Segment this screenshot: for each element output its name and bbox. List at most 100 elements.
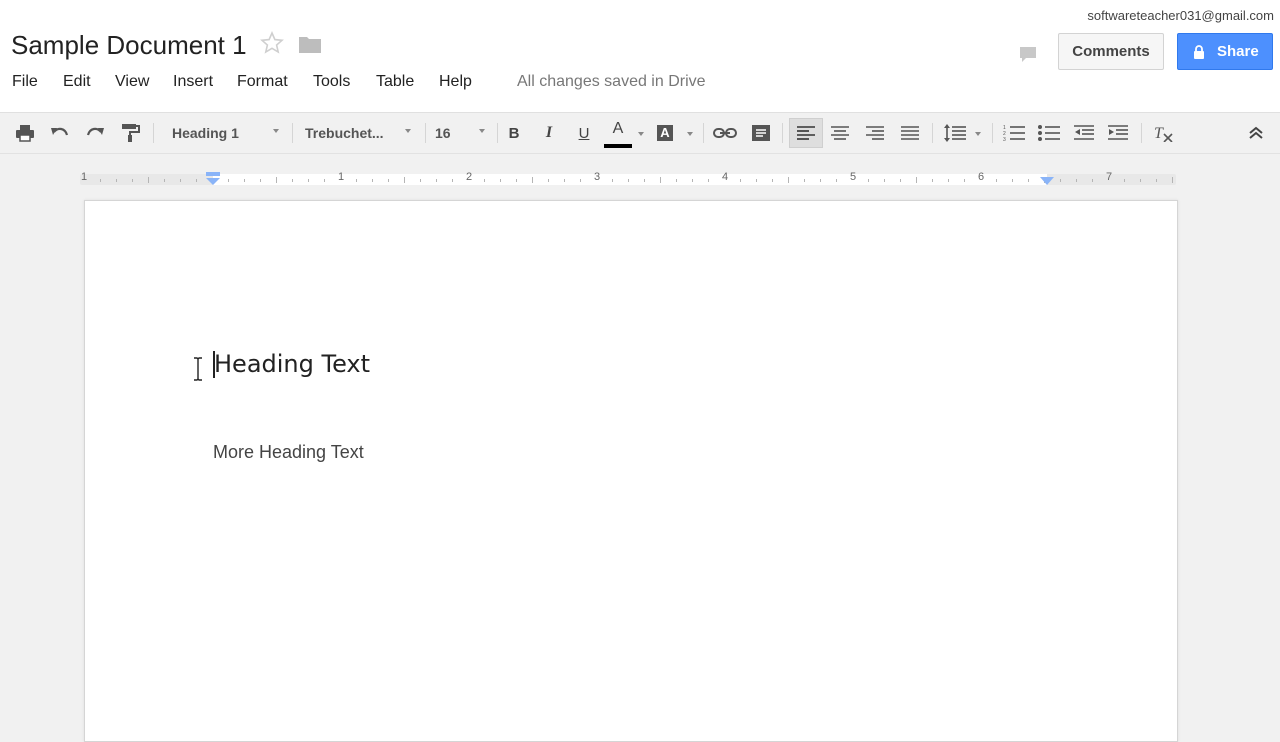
ruler-tick — [1028, 179, 1029, 182]
menu-format[interactable]: Format — [237, 70, 288, 94]
numbered-list-icon[interactable]: 123 — [1002, 120, 1026, 146]
document-page[interactable]: Heading Text More Heading Text — [84, 200, 1178, 742]
ruler-tick — [740, 179, 741, 182]
menu-edit[interactable]: Edit — [63, 70, 91, 94]
ruler-tick — [292, 179, 293, 182]
save-status: All changes saved in Drive — [517, 73, 706, 90]
increase-indent-icon[interactable] — [1106, 120, 1130, 146]
ruler-tick — [532, 177, 533, 183]
menu-help[interactable]: Help — [439, 70, 472, 94]
ruler-tick — [612, 179, 613, 182]
ruler-tick — [1076, 179, 1077, 182]
ruler-number: 6 — [977, 171, 985, 183]
document-title[interactable]: Sample Document 1 — [11, 30, 247, 60]
toolbar-separator — [1141, 123, 1142, 143]
style-dropdown[interactable]: Heading 1 — [172, 120, 239, 146]
chat-icon[interactable] — [1018, 44, 1038, 64]
ruler-tick — [1124, 179, 1125, 182]
font-size-dropdown[interactable]: 16 — [435, 120, 451, 146]
menu-insert[interactable]: Insert — [173, 70, 213, 94]
right-indent-marker-icon[interactable] — [1039, 176, 1055, 186]
toolbar: Heading 1 Trebuchet... 16 B I U A A 123 — [0, 113, 1280, 154]
ruler-tick — [276, 177, 277, 183]
ruler-tick — [356, 179, 357, 182]
ruler-tick — [1140, 179, 1141, 182]
italic-button[interactable]: I — [539, 120, 559, 146]
align-justify-icon[interactable] — [899, 120, 921, 146]
undo-icon[interactable] — [48, 120, 72, 146]
ruler-tick — [772, 179, 773, 182]
menu-table[interactable]: Table — [376, 70, 414, 94]
subheading-text[interactable]: More Heading Text — [213, 442, 364, 463]
ruler-tick — [148, 177, 149, 183]
clear-formatting-icon[interactable]: T — [1152, 120, 1176, 146]
ruler-tick — [836, 179, 837, 182]
ruler-tick — [1156, 179, 1157, 182]
menu-view[interactable]: View — [115, 70, 149, 94]
paint-format-icon[interactable] — [118, 120, 142, 146]
ruler-number: 4 — [721, 171, 729, 183]
user-email[interactable]: softwareteacher031@gmail.com — [1087, 8, 1274, 23]
print-icon[interactable] — [13, 120, 37, 146]
ruler-tick — [788, 177, 789, 183]
line-spacing-icon[interactable] — [942, 120, 968, 146]
ruler-tick — [404, 177, 405, 183]
ruler-tick — [516, 179, 517, 182]
ruler-number: 7 — [1105, 171, 1113, 183]
align-center-icon[interactable] — [829, 120, 851, 146]
ruler-tick — [420, 179, 421, 182]
left-indent-marker-icon[interactable] — [205, 172, 221, 186]
font-dropdown[interactable]: Trebuchet... — [305, 120, 384, 146]
text-color-swatch — [604, 144, 632, 148]
decrease-indent-icon[interactable] — [1072, 120, 1096, 146]
line-spacing-caret-icon[interactable] — [975, 132, 981, 136]
highlight-caret-icon[interactable] — [687, 132, 693, 136]
ruler-tick — [884, 179, 885, 182]
redo-icon[interactable] — [83, 120, 107, 146]
bulleted-list-icon[interactable] — [1037, 120, 1061, 146]
ruler-tick — [116, 179, 117, 182]
align-right-icon[interactable] — [864, 120, 886, 146]
heading-text[interactable]: Heading Text — [214, 349, 370, 379]
ruler-tick — [708, 179, 709, 182]
ruler-tick — [196, 179, 197, 182]
text-color-glyph: A — [612, 120, 624, 137]
ruler-tick — [180, 179, 181, 182]
ruler-tick — [756, 179, 757, 182]
text-color-caret-icon[interactable] — [638, 132, 644, 136]
ruler-tick — [1172, 177, 1173, 183]
ruler-tick — [500, 179, 501, 182]
ruler-number: 1 — [337, 171, 345, 183]
ruler-tick — [660, 177, 661, 183]
menu-file[interactable]: File — [12, 70, 38, 94]
highlight-color-button[interactable]: A — [655, 120, 675, 146]
toolbar-separator — [782, 123, 783, 143]
align-left-icon[interactable] — [789, 118, 823, 148]
share-button[interactable]: Share — [1177, 33, 1273, 70]
bold-button[interactable]: B — [504, 120, 524, 146]
ruler[interactable]: 1 1 2 3 4 5 6 7 — [80, 170, 1176, 188]
svg-text:3: 3 — [1003, 137, 1006, 142]
text-color-button[interactable]: A — [604, 120, 632, 146]
underline-button[interactable]: U — [574, 120, 594, 146]
ruler-tick — [484, 179, 485, 182]
comments-button[interactable]: Comments — [1058, 33, 1164, 70]
ruler-tick — [692, 179, 693, 182]
ruler-tick — [1060, 179, 1061, 182]
toolbar-separator — [932, 123, 933, 143]
ruler-tick — [164, 179, 165, 182]
ruler-number: 2 — [465, 171, 473, 183]
ruler-tick — [1092, 179, 1093, 182]
ruler-tick — [132, 179, 133, 182]
folder-icon[interactable] — [298, 34, 322, 54]
text-cursor-icon — [194, 357, 202, 381]
collapse-icon[interactable] — [1244, 120, 1268, 146]
ruler-tick — [564, 179, 565, 182]
menu-tools[interactable]: Tools — [313, 70, 350, 94]
ruler-number: 5 — [849, 171, 857, 183]
ruler-tick — [628, 179, 629, 182]
link-icon[interactable] — [712, 120, 738, 146]
star-icon[interactable] — [260, 30, 284, 56]
comment-icon[interactable] — [750, 120, 772, 146]
ruler-tick — [388, 179, 389, 182]
